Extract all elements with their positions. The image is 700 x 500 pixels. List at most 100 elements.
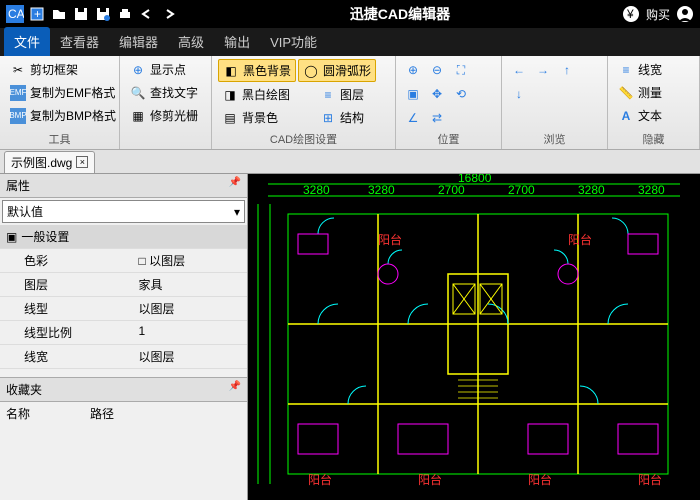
table-row[interactable]: 线型比例1 <box>0 321 247 345</box>
zoom-rect-icon[interactable]: ▣ <box>402 83 424 105</box>
svg-text:3280: 3280 <box>303 183 330 197</box>
table-row[interactable]: 色彩□ 以图层 <box>0 249 247 273</box>
mirror-icon[interactable]: ⇄ <box>426 107 448 129</box>
app-icon: CAD <box>6 5 24 23</box>
tab-advanced[interactable]: 高级 <box>168 27 214 56</box>
label: 线宽 <box>638 61 662 78</box>
ribbon-group-tools: ✂剪切框架 EMF复制为EMF格式 BMP复制为BMP格式 工具 <box>0 56 120 149</box>
prop-val[interactable]: 1 <box>133 321 248 344</box>
fav-title: 收藏夹 <box>6 381 42 398</box>
black-bg-button[interactable]: ◧黑色背景 <box>218 59 296 82</box>
open-icon[interactable] <box>50 5 68 23</box>
smooth-arc-button[interactable]: ◯圆滑弧形 <box>298 59 376 82</box>
structure-button[interactable]: ⊞结构 <box>316 107 368 128</box>
measure-button[interactable]: 📏测量 <box>614 82 693 103</box>
svg-text:阳台: 阳台 <box>308 472 332 487</box>
trim-icon: ▦ <box>130 108 146 124</box>
rotate-icon[interactable]: ⟲ <box>450 83 472 105</box>
svg-text:¥: ¥ <box>626 7 634 21</box>
prop-val[interactable]: 家具 <box>133 273 248 296</box>
default-dropdown[interactable]: 默认值 ▾ <box>2 200 245 223</box>
group-label: 隐藏 <box>614 129 693 149</box>
text-button[interactable]: A文本 <box>614 105 693 126</box>
tab-editor[interactable]: 编辑器 <box>109 27 168 56</box>
table-row[interactable]: 线型以图层 <box>0 297 247 321</box>
redo-icon[interactable] <box>160 5 178 23</box>
label: 结构 <box>340 109 364 126</box>
linewidth-button[interactable]: ≡线宽 <box>614 59 693 80</box>
svg-text:+: + <box>34 7 41 21</box>
ribbon-group-cad: ◧黑色背景 ◯圆滑弧形 ◨黑白绘图 ≡图层 ▤背景色 ⊞结构 CAD绘图设置 <box>212 56 396 149</box>
prop-val[interactable]: 以图层 <box>133 345 248 368</box>
tab-vip[interactable]: VIP功能 <box>260 27 327 56</box>
label: 显示点 <box>150 61 186 78</box>
pin-icon[interactable]: 📌 <box>229 177 241 194</box>
tab-output[interactable]: 输出 <box>214 27 260 56</box>
favorites-header: 收藏夹 📌 <box>0 377 247 402</box>
group-label <box>126 133 205 149</box>
prop-key: 线宽 <box>0 345 133 368</box>
layer-button[interactable]: ≡图层 <box>316 84 368 105</box>
svg-text:阳台: 阳台 <box>528 472 552 487</box>
property-table: ▣一般设置 色彩□ 以图层 图层家具 线型以图层 线型比例1 线宽以图层 <box>0 225 247 369</box>
document-tab[interactable]: 示例图.dwg × <box>4 151 95 173</box>
bw-draw-button[interactable]: ◨黑白绘图 <box>218 84 294 105</box>
prop-key: 图层 <box>0 273 133 296</box>
zoom-fit-icon[interactable]: ⛶ <box>450 59 472 81</box>
prop-key: 线型 <box>0 297 133 320</box>
bgcolor-button[interactable]: ▤背景色 <box>218 107 282 128</box>
clip-frame-button[interactable]: ✂剪切框架 <box>6 59 113 80</box>
tab-file[interactable]: 文件 <box>4 27 50 56</box>
text-icon: A <box>618 108 634 124</box>
floorplan-svg: 阳台 阳台 阳台 阳台 阳台 阳台 3280328027002700328032… <box>248 174 700 500</box>
arrow-up-icon[interactable]: ↑ <box>556 59 578 81</box>
find-text-button[interactable]: 🔍查找文字 <box>126 82 205 103</box>
pin-icon[interactable]: 📌 <box>229 381 241 398</box>
angle-icon[interactable]: ∠ <box>402 107 424 129</box>
pan-icon[interactable]: ✥ <box>426 83 448 105</box>
section-label: 一般设置 <box>21 228 69 245</box>
saveas-icon[interactable] <box>94 5 112 23</box>
arrow-right-icon[interactable]: → <box>532 59 554 81</box>
zoom-in-icon[interactable]: ⊕ <box>402 59 424 81</box>
save-icon[interactable] <box>72 5 90 23</box>
struct-icon: ⊞ <box>320 110 336 126</box>
label: 图层 <box>340 86 364 103</box>
close-icon[interactable]: × <box>76 156 88 168</box>
table-row[interactable]: 图层家具 <box>0 273 247 297</box>
arrow-down-icon[interactable]: ↓ <box>508 83 530 105</box>
point-icon: ⊕ <box>130 62 146 78</box>
svg-text:16800: 16800 <box>458 174 492 185</box>
section-header[interactable]: ▣ 一般设置 <box>0 225 247 249</box>
new-icon[interactable]: + <box>28 5 46 23</box>
print-icon[interactable] <box>116 5 134 23</box>
copy-emf-button[interactable]: EMF复制为EMF格式 <box>6 82 113 103</box>
prop-val[interactable]: □ 以图层 <box>133 249 248 272</box>
prop-val[interactable]: 以图层 <box>133 297 248 320</box>
scissors-icon: ✂ <box>10 62 26 78</box>
show-point-button[interactable]: ⊕显示点 <box>126 59 205 80</box>
prop-key: 色彩 <box>0 249 133 272</box>
group-label: 浏览 <box>508 129 601 149</box>
tab-viewer[interactable]: 查看器 <box>50 27 109 56</box>
app-title: 迅捷CAD编辑器 <box>178 4 622 24</box>
trim-raster-button[interactable]: ▦修剪光栅 <box>126 105 205 126</box>
undo-icon[interactable] <box>138 5 156 23</box>
group-label: 位置 <box>402 129 495 149</box>
buy-link[interactable]: 购买 <box>646 6 670 23</box>
label: 黑白绘图 <box>242 86 290 103</box>
zoom-out-icon[interactable]: ⊖ <box>426 59 448 81</box>
coin-icon[interactable]: ¥ <box>622 5 640 23</box>
svg-text:阳台: 阳台 <box>568 232 592 247</box>
fav-columns: 名称 路径 <box>0 402 247 425</box>
group-label: CAD绘图设置 <box>218 129 389 149</box>
bw-icon: ◨ <box>222 87 238 103</box>
col-name: 名称 <box>6 405 30 422</box>
bmp-icon: BMP <box>10 108 26 124</box>
arrow-left-icon[interactable]: ← <box>508 59 530 81</box>
collapse-icon[interactable]: ▣ <box>6 230 17 244</box>
copy-bmp-button[interactable]: BMP复制为BMP格式 <box>6 105 113 126</box>
table-row[interactable]: 线宽以图层 <box>0 345 247 369</box>
drawing-canvas[interactable]: 阳台 阳台 阳台 阳台 阳台 阳台 3280328027002700328032… <box>248 174 700 500</box>
user-icon[interactable] <box>676 5 694 23</box>
